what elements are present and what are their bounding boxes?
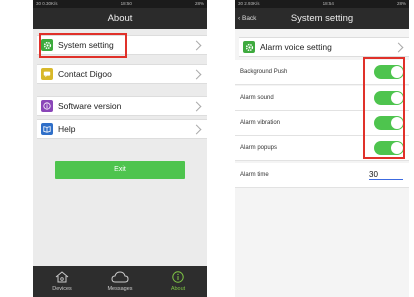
status-time: 18:50 (120, 1, 132, 6)
tab-label: Messages (107, 286, 133, 292)
home-icon (55, 271, 69, 283)
info-icon (41, 100, 53, 112)
page-title: About (33, 8, 207, 29)
chat-icon (41, 68, 53, 80)
status-bar: 30 0.30K/s 18:50 28% (33, 0, 207, 8)
status-bar: 30 2.93K/s 18:54 28% (235, 0, 409, 8)
info-icon (172, 271, 184, 283)
system-setting-screen: 30 2.93K/s 18:54 28% ‹ Back System setti… (235, 0, 409, 297)
tab-label: Devices (52, 286, 72, 292)
menu-item-label: Help (58, 124, 76, 134)
highlight-box (363, 57, 405, 159)
status-battery: 28% (396, 1, 406, 6)
back-label: Back (241, 15, 257, 22)
row-label: Alarm voice setting (260, 42, 332, 52)
highlight-box (39, 33, 127, 58)
status-battery: 28% (194, 1, 204, 6)
status-network: 30 0.30K/s (36, 1, 58, 6)
alarm-voice-setting-row[interactable]: Alarm voice setting (239, 37, 409, 57)
page-title: System setting (290, 13, 354, 24)
chevron-right-icon (191, 69, 202, 79)
back-button[interactable]: ‹ Back (238, 8, 256, 29)
tab-devices[interactable]: Devices (33, 266, 91, 297)
menu-item-label: Software version (58, 101, 122, 111)
status-time: 18:54 (322, 1, 334, 6)
chevron-right-icon (191, 124, 202, 134)
book-icon (41, 123, 53, 135)
chevron-right-icon (393, 42, 404, 52)
exit-button[interactable]: Exit (55, 161, 185, 179)
menu-item-label: Contact Digoo (58, 69, 112, 79)
chevron-right-icon (191, 40, 202, 50)
bottom-tab-bar: Devices Messages About (33, 266, 207, 297)
tab-about[interactable]: About (149, 266, 207, 297)
menu-item-software-version[interactable]: Software version (37, 96, 207, 116)
menu-item-contact[interactable]: Contact Digoo (37, 64, 207, 84)
alarm-time-input[interactable] (369, 170, 403, 180)
tab-label: About (170, 286, 186, 292)
about-screen: 30 0.30K/s 18:50 28% About System settin… (33, 0, 207, 297)
setting-row-alarm-time: Alarm time (235, 163, 409, 188)
header: ‹ Back System setting (235, 8, 409, 29)
tab-messages[interactable]: Messages (91, 266, 149, 297)
status-network: 30 2.93K/s (238, 1, 260, 6)
chevron-right-icon (191, 101, 202, 111)
menu-item-help[interactable]: Help (37, 119, 207, 139)
gear-icon (243, 41, 255, 53)
cloud-icon (111, 271, 129, 283)
